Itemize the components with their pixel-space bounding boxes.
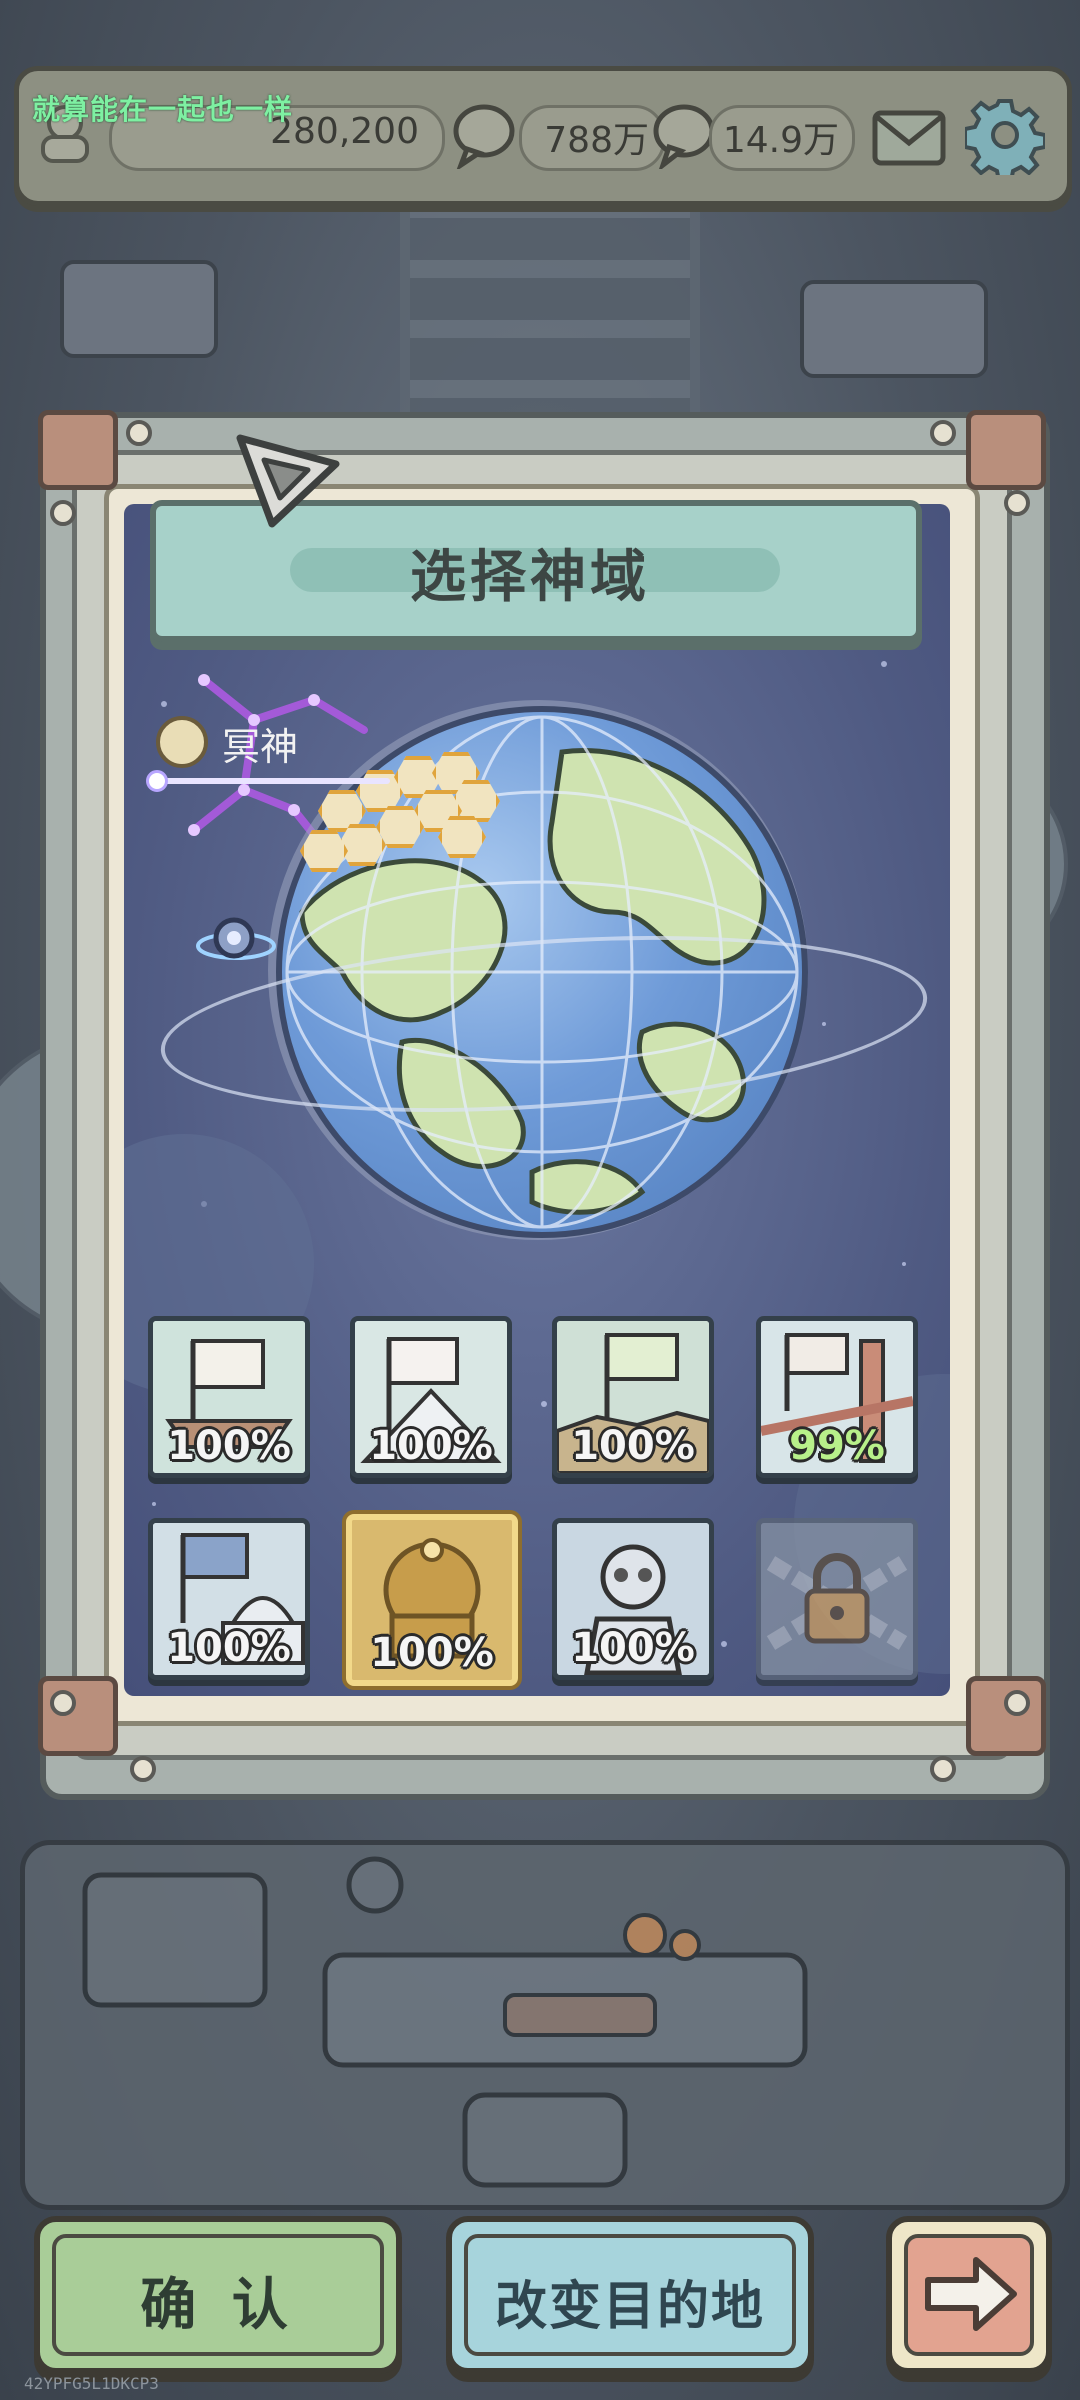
- watermark: 42YPFG5L1DKCP3: [24, 2374, 159, 2393]
- domain-progress: 100%: [370, 1630, 494, 1676]
- domain-card[interactable]: 100%: [148, 1518, 310, 1680]
- confirm-button-label: 确 认: [140, 2273, 296, 2338]
- frame-bolt: [930, 420, 956, 446]
- domain-card[interactable]: 99%: [756, 1316, 918, 1478]
- frame-corner: [966, 410, 1046, 490]
- background-pipe: [60, 260, 218, 358]
- resource-value: 14.9万: [722, 120, 839, 161]
- frame-bolt: [50, 500, 76, 526]
- domain-card[interactable]: 100%: [552, 1518, 714, 1680]
- frame-corner: [38, 1676, 118, 1756]
- god-avatar-icon: [156, 716, 208, 768]
- dialog-title: 选择神域: [410, 545, 650, 610]
- arrow-right-icon: [920, 2254, 1020, 2334]
- domain-progress: 100%: [167, 1423, 291, 1469]
- resource-value: 788万: [544, 120, 649, 161]
- selected-god-name: 冥神: [222, 725, 299, 769]
- frame-bolt: [1004, 490, 1030, 516]
- mail-icon[interactable]: [869, 95, 949, 175]
- domain-progress: 100%: [167, 1625, 291, 1671]
- lock-icon: [761, 1523, 913, 1675]
- domain-progress: 100%: [369, 1423, 493, 1469]
- domain-card[interactable]: 100%: [350, 1316, 512, 1478]
- domain-progress: 100%: [571, 1423, 695, 1469]
- god-pointer-dot: [146, 770, 168, 792]
- domain-card-locked[interactable]: [756, 1518, 918, 1680]
- frame-bolt: [50, 1690, 76, 1716]
- chat-scroll-message: 就算能在一起也一样: [32, 93, 294, 126]
- domain-card[interactable]: 100%: [552, 1316, 714, 1478]
- domain-progress: 99%: [789, 1423, 885, 1469]
- background-ladder: [400, 200, 700, 440]
- frame-bolt: [126, 420, 152, 446]
- top-resource-bar: 280,200 788万 14.9万: [14, 66, 1072, 206]
- frame-bolt: [1004, 1690, 1030, 1716]
- frame-corner: [966, 1676, 1046, 1756]
- change-destination-label: 改变目的地: [494, 2277, 765, 2337]
- confirm-button[interactable]: 确 认: [34, 2216, 402, 2374]
- domain-progress: 100%: [571, 1625, 695, 1671]
- change-destination-button[interactable]: 改变目的地: [446, 2216, 814, 2374]
- gear-icon[interactable]: [963, 95, 1047, 183]
- control-console: [20, 1840, 1070, 2210]
- frame-corner: [38, 410, 118, 490]
- next-button[interactable]: [886, 2216, 1052, 2374]
- satellite-icon: [196, 902, 276, 982]
- domain-card-selected[interactable]: 100%: [346, 1514, 518, 1686]
- speech-bubble-icon: [449, 99, 519, 172]
- frame-bolt: [930, 1756, 956, 1782]
- god-pointer-line: [154, 778, 390, 784]
- triangle-emblem-icon: [228, 424, 348, 534]
- frame-bolt: [130, 1756, 156, 1782]
- background-pipe: [800, 280, 988, 378]
- domain-card[interactable]: 100%: [148, 1316, 310, 1478]
